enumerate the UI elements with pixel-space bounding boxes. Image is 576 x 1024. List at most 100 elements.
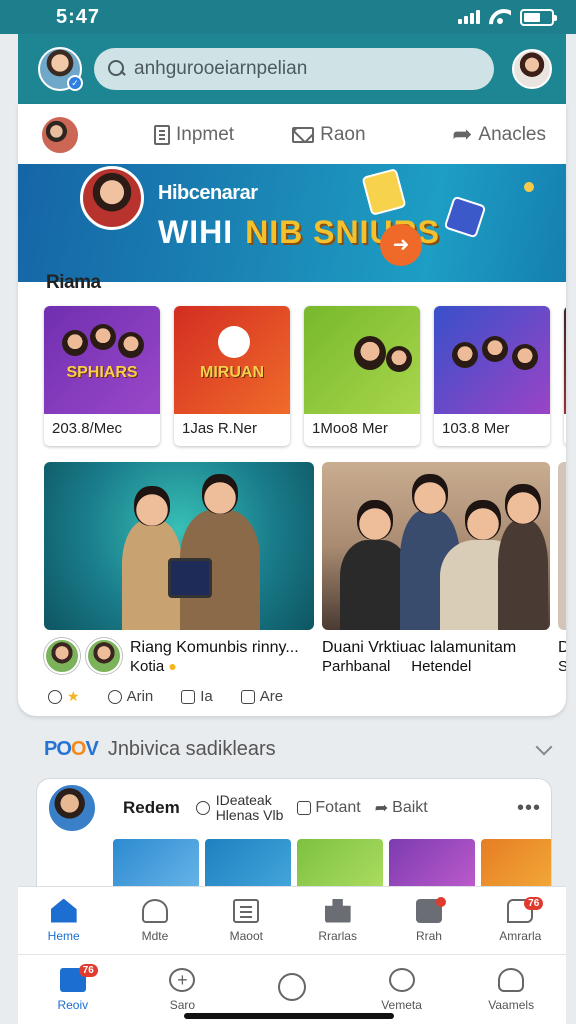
promo-banner[interactable]: Hibcenarar WIHI NIB SNIURS ➜ <box>18 164 566 282</box>
profile-avatar[interactable] <box>512 49 552 89</box>
post-action-button[interactable]: Fotant <box>297 799 361 817</box>
featured-image <box>558 462 566 630</box>
game-label: D <box>564 414 566 446</box>
nav-label: Reoiv <box>57 997 89 1012</box>
game-label: 103.8 Mer <box>442 420 510 437</box>
featured-title: D <box>558 639 566 656</box>
post-share-button[interactable]: ➦ Baikt <box>375 798 428 818</box>
featured-title: Riang Komunbis rinny... <box>130 639 299 656</box>
list-icon <box>233 898 260 923</box>
nav-label: Maoot <box>229 928 263 943</box>
bag-icon <box>324 898 351 923</box>
status-bar: 5:47 <box>0 0 576 34</box>
wifi-icon <box>489 9 511 25</box>
user-icon <box>141 898 168 923</box>
featured-card[interactable]: Duani Vrktiuac lalamunitam Parhbanal Het… <box>322 462 550 705</box>
game-label: 1Jas R.Ner <box>182 420 258 437</box>
game-thumbnail <box>564 306 566 414</box>
more-options-icon[interactable]: ••• <box>517 797 541 820</box>
game-card[interactable]: MIRUAN 1Jas R.Ner <box>174 306 290 446</box>
status-icons <box>458 8 557 26</box>
bubble-icon <box>48 689 62 704</box>
post-avatar[interactable] <box>47 783 97 833</box>
game-label: 1Moo8 Mer <box>312 420 388 437</box>
participant-avatar[interactable] <box>86 638 122 674</box>
featured-title: Duani Vrktiuac <box>322 639 426 656</box>
post-button[interactable]: Inpmet <box>154 124 234 146</box>
featured-card[interactable]: D S <box>558 462 566 705</box>
post-author[interactable]: Redem <box>123 798 180 818</box>
comment-icon <box>107 689 122 704</box>
nav-home[interactable]: Heme <box>18 887 109 954</box>
featured-subtitle: Kotia <box>130 658 165 675</box>
comment-button[interactable]: Arin <box>107 688 153 705</box>
reply-button[interactable]: Are <box>240 688 283 705</box>
nav-label: Rrarlas <box>318 928 357 943</box>
star-icon: ★ <box>67 688 80 704</box>
nav-account[interactable]: Vaamels <box>456 955 566 1024</box>
plus-icon: + <box>169 967 196 992</box>
share-button[interactable]: ➦ Anacles <box>452 123 546 147</box>
nav-label: Saro <box>169 997 196 1012</box>
camera-icon <box>415 896 446 923</box>
nav-media[interactable]: Rrah <box>383 887 474 954</box>
participant-avatar[interactable] <box>44 638 80 674</box>
link-icon <box>195 801 210 815</box>
game-art-text: SPHIARS <box>66 364 138 381</box>
home-indicator[interactable] <box>184 1013 394 1019</box>
composer-avatar[interactable] <box>40 115 80 155</box>
search-input[interactable]: anhgurooeiarnpelian <box>94 48 494 90</box>
share-label: Anacles <box>478 124 546 145</box>
signal-icon <box>458 10 480 24</box>
nav-news[interactable]: Maoot <box>201 887 292 954</box>
message-button[interactable]: Raon <box>292 124 366 146</box>
game-thumbnail <box>434 306 550 414</box>
game-thumbnail: SPHIARS <box>44 306 160 414</box>
nav-store[interactable]: Rrarlas <box>292 887 383 954</box>
nav-label: Amrarla <box>499 928 542 943</box>
search-placeholder: anhgurooeiarnpelian <box>134 58 308 79</box>
nav-profile[interactable]: Mdte <box>109 887 200 954</box>
battery-icon <box>520 8 557 26</box>
document-icon <box>154 125 170 145</box>
status-time: 5:47 <box>56 5 101 28</box>
user-avatar[interactable]: ✓ <box>38 47 83 91</box>
decor-sparkle-icon <box>522 180 536 194</box>
featured-card[interactable]: Riang Komunbis rinny... Kotia ● ★ Arin I… <box>44 462 314 705</box>
bottom-nav-primary: Heme Mdte Maoot Rrarlas Rrah 76 Amrarla <box>18 886 566 954</box>
pin-icon: 76 <box>59 963 98 992</box>
game-card[interactable]: D <box>564 306 566 446</box>
featured-subtitle-2: Hetendel <box>411 658 472 675</box>
featured-text: Riang Komunbis rinny... Kotia ● <box>130 638 299 676</box>
home-icon <box>50 898 77 923</box>
game-card[interactable]: 1Moo8 Mer <box>304 306 420 446</box>
like-button[interactable]: ★ <box>48 688 80 705</box>
chevron-down-icon[interactable] <box>535 738 553 755</box>
message-label: Raon <box>320 124 366 145</box>
save-button[interactable]: Ia <box>181 688 213 705</box>
game-card[interactable]: 103.8 Mer <box>434 306 550 446</box>
nav-pinned[interactable]: 76 Reoiv <box>18 955 128 1024</box>
nav-label: Vaamels <box>488 997 535 1012</box>
featured-image <box>44 462 314 630</box>
game-thumbnail: MIRUAN <box>174 306 290 414</box>
notification-badge: 76 <box>524 896 544 910</box>
chat-icon <box>240 689 255 704</box>
discover-header[interactable]: POOV Jnbivica sadiklears <box>44 738 553 761</box>
game-card[interactable]: SPHIARS 203.8/Mec <box>44 306 160 446</box>
game-icon <box>277 972 306 1001</box>
discover-title: Jnbivica sadiklears <box>107 738 276 760</box>
share-icon: ➦ <box>452 121 473 148</box>
post-header: Redem IDeateak Hlenas Vlb Fotant ➦ Baikt •… <box>37 779 551 837</box>
banner-arrow-button[interactable]: ➜ <box>380 224 422 266</box>
post-tag: IDeateak Hlenas Vlb <box>195 793 283 823</box>
game-thumbnail <box>304 306 420 414</box>
post-label: Inpmet <box>176 124 235 145</box>
game-label: 203.8/Mec <box>52 420 123 437</box>
nav-label: Rrah <box>415 928 442 943</box>
featured-row: Riang Komunbis rinny... Kotia ● ★ Arin I… <box>44 462 566 705</box>
nav-messages[interactable]: 76 Amrarla <box>475 887 566 954</box>
decor-card-icon <box>443 195 487 239</box>
app-header: ✓ anhgurooeiarnpelian <box>18 34 566 104</box>
featured-subtitle: Parhbanal <box>322 658 391 675</box>
